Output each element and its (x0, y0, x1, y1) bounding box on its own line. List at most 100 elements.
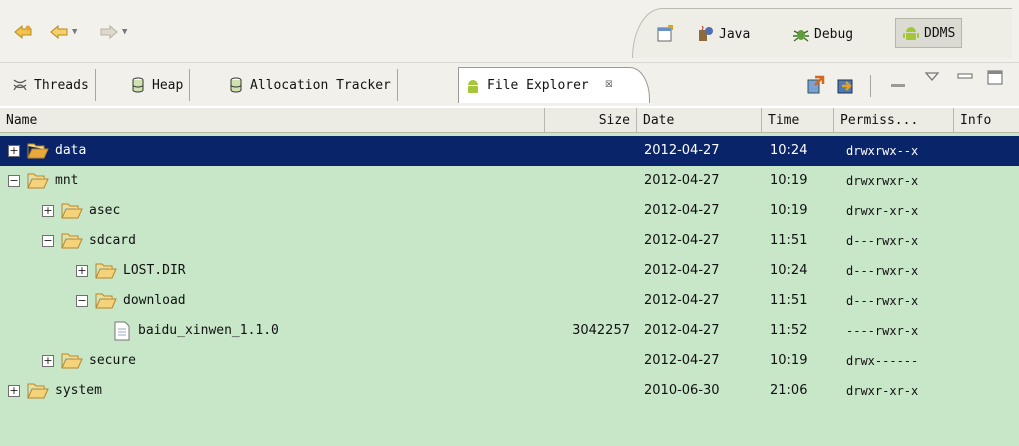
expand-icon[interactable]: + (76, 265, 88, 277)
file-name: baidu_xinwen_1.1.0 (138, 323, 279, 338)
column-header-permissions[interactable]: Permiss... (834, 108, 954, 133)
perspective-java[interactable]: Java (697, 22, 750, 46)
file-permissions: d---rwxr-x (846, 264, 919, 278)
collapse-icon[interactable]: − (8, 175, 20, 187)
tab-heap-label: Heap (152, 77, 184, 93)
back-button[interactable]: ▼ (50, 22, 77, 42)
file-name: data (55, 143, 87, 158)
maximize-icon[interactable] (985, 67, 1005, 87)
collapse-icon[interactable]: − (42, 235, 54, 247)
file-date: 2012-04-27 (644, 143, 720, 158)
file-time: 10:19 (770, 353, 808, 368)
minimize-icon[interactable] (955, 67, 975, 87)
file-date: 2012-04-27 (644, 173, 720, 188)
file-time: 11:51 (770, 233, 808, 248)
table-row[interactable]: + data 2012-04-27 10:24 drwxrwx--x (0, 136, 1019, 166)
collapse-icon[interactable]: − (76, 295, 88, 307)
file-permissions: drwx------ (846, 354, 919, 368)
table-row[interactable]: − sdcard 2012-04-27 11:51 d---rwxr-x (0, 226, 1019, 256)
last-edit-button[interactable] (14, 22, 32, 42)
column-header-date[interactable]: Date (637, 108, 762, 133)
column-header-time[interactable]: Time (762, 108, 834, 133)
threads-icon (13, 79, 27, 91)
file-time: 21:06 (770, 383, 808, 398)
column-header-info[interactable]: Info (954, 108, 1019, 133)
table-row[interactable]: − download 2012-04-27 11:51 d---rwxr-x (0, 286, 1019, 316)
close-tab-icon[interactable]: ☒ (605, 76, 613, 91)
file-permissions: d---rwxr-x (846, 294, 919, 308)
heap-icon (132, 77, 144, 93)
perspective-java-label: Java (719, 26, 751, 42)
main-toolbar: ▼ ▼ Java Debug DDMS (0, 0, 1019, 62)
file-size: 3042257 (572, 323, 630, 338)
pull-file-icon[interactable] (805, 75, 825, 95)
folder-icon (27, 383, 49, 399)
debug-perspective-icon (793, 30, 809, 42)
tab-heap[interactable]: Heap (124, 69, 191, 101)
expand-icon[interactable]: + (8, 145, 20, 157)
perspective-ddms[interactable]: DDMS (895, 18, 963, 48)
file-name: secure (89, 353, 136, 368)
file-explorer-table: Name Size Date Time Permiss... Info + dat… (0, 108, 1019, 446)
file-date: 2012-04-27 (644, 293, 720, 308)
allocation-tracker-icon (230, 77, 242, 93)
table-row[interactable]: − mnt 2012-04-27 10:19 drwxrwxr-x (0, 166, 1019, 196)
tab-threads[interactable]: Threads (6, 69, 96, 101)
expand-icon[interactable]: + (42, 355, 54, 367)
table-row[interactable]: + system 2010-06-30 21:06 drwxr-xr-x (0, 376, 1019, 406)
file-size (545, 346, 630, 376)
column-header-size[interactable]: Size (545, 108, 637, 133)
file-size (545, 286, 630, 316)
toolbar-separator (870, 75, 871, 97)
folder-icon (27, 143, 49, 159)
expand-icon[interactable]: + (42, 205, 54, 217)
android-ddms-icon (903, 27, 919, 40)
file-permissions: d---rwxr-x (846, 234, 919, 248)
folder-icon (27, 173, 49, 189)
file-name: sdcard (89, 233, 136, 248)
file-time: 10:19 (770, 173, 808, 188)
perspective-ddms-label: DDMS (924, 25, 956, 41)
file-icon (114, 321, 130, 341)
file-date: 2012-04-27 (644, 323, 720, 338)
file-size (545, 136, 630, 166)
file-time: 11:52 (770, 323, 808, 338)
android-icon (468, 79, 478, 93)
forward-button[interactable]: ▼ (100, 22, 127, 42)
forward-dropdown-icon[interactable]: ▼ (122, 27, 127, 37)
file-permissions: drwxrwxr-x (846, 174, 919, 188)
open-perspective-icon (657, 25, 673, 42)
file-date: 2012-04-27 (644, 263, 720, 278)
table-row[interactable]: + secure 2012-04-27 10:19 drwx------ (0, 346, 1019, 376)
table-row[interactable]: baidu_xinwen_1.1.0 3042257 2012-04-27 11:52… (0, 316, 1019, 346)
table-row[interactable]: + asec 2012-04-27 10:19 drwxr-xr-x (0, 196, 1019, 226)
tab-threads-label: Threads (34, 77, 89, 93)
column-header-name[interactable]: Name (0, 108, 545, 133)
folder-icon (95, 293, 117, 309)
back-arrow-icon (50, 25, 68, 39)
view-menu-icon[interactable] (922, 67, 942, 87)
forward-arrow-icon (100, 25, 118, 39)
back-dropdown-icon[interactable]: ▼ (72, 27, 77, 37)
tab-file-explorer[interactable]: File Explorer ☒ (458, 67, 650, 103)
file-time: 10:24 (770, 263, 808, 278)
file-name: system (55, 383, 102, 398)
table-row[interactable]: + LOST.DIR 2012-04-27 10:24 d---rwxr-x (0, 256, 1019, 286)
table-header: Name Size Date Time Permiss... Info (0, 108, 1019, 133)
tab-allocation-tracker[interactable]: Allocation Tracker (222, 69, 398, 101)
expand-icon[interactable]: + (8, 385, 20, 397)
file-date: 2012-04-27 (644, 233, 720, 248)
file-date: 2012-04-27 (644, 353, 720, 368)
file-name: LOST.DIR (123, 263, 186, 278)
folder-icon (95, 263, 117, 279)
perspective-debug[interactable]: Debug (792, 22, 853, 46)
file-date: 2012-04-27 (644, 203, 720, 218)
file-time: 10:24 (770, 143, 808, 158)
delete-icon[interactable] (888, 75, 908, 95)
last-edit-icon (14, 25, 32, 39)
open-perspective-button[interactable] (656, 22, 678, 46)
folder-icon (61, 353, 83, 369)
push-file-icon[interactable] (836, 75, 856, 95)
tab-allocation-tracker-label: Allocation Tracker (250, 77, 391, 93)
file-time: 10:19 (770, 203, 808, 218)
